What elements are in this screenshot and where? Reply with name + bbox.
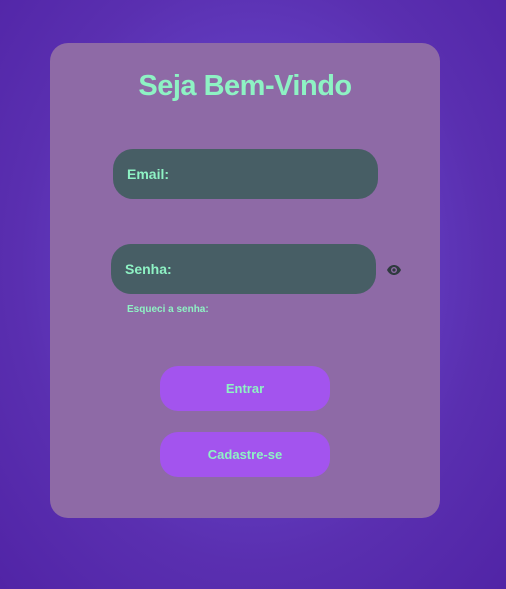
- signup-button[interactable]: Cadastre-se: [160, 432, 330, 477]
- page-title: Seja Bem-Vindo: [138, 70, 352, 102]
- password-field[interactable]: [111, 244, 376, 294]
- email-field[interactable]: [113, 149, 378, 199]
- forgot-password-link[interactable]: Esqueci a senha:: [127, 304, 209, 315]
- eye-icon[interactable]: [386, 262, 402, 278]
- login-button[interactable]: Entrar: [160, 366, 330, 411]
